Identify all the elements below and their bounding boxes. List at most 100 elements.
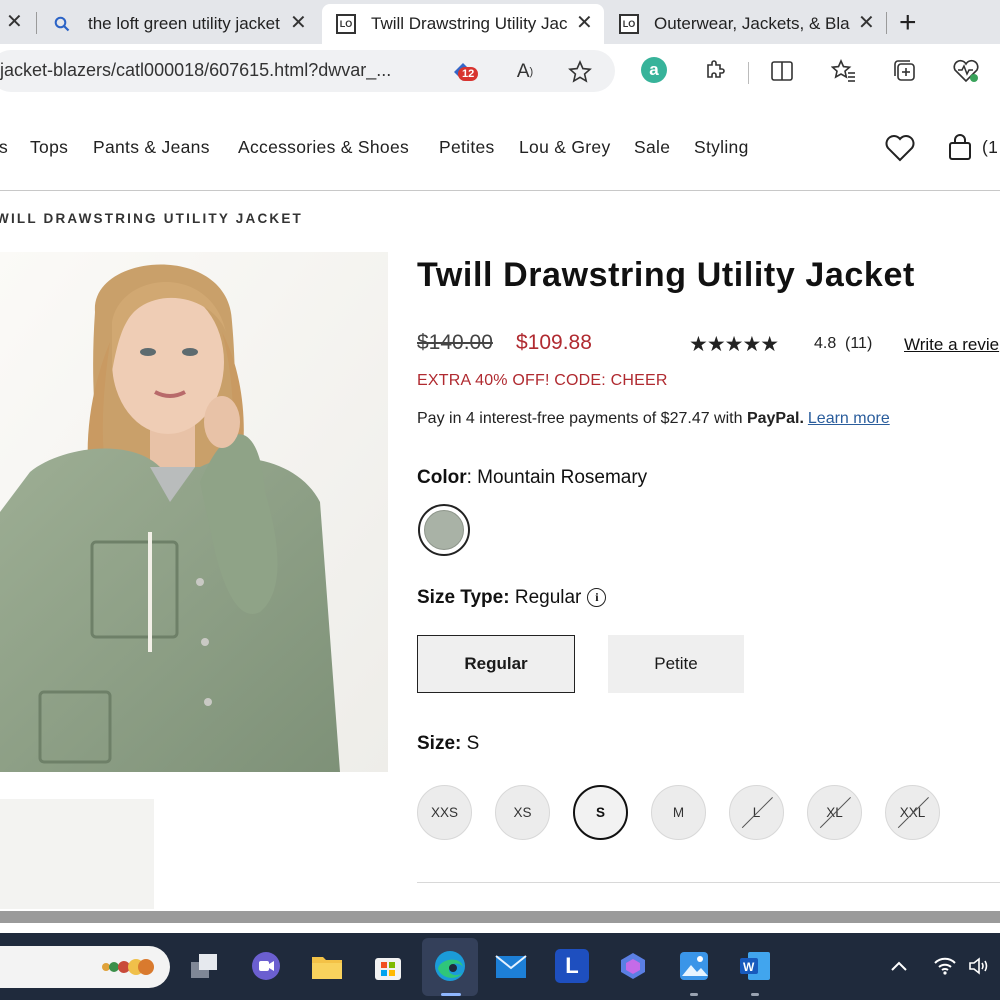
wifi-icon[interactable] [930, 949, 960, 983]
horizontal-scrollbar[interactable] [0, 911, 1000, 923]
page-bottom-gap [0, 923, 1000, 933]
site-navigation: s Tops Pants & Jeans Accessories & Shoes… [0, 100, 1000, 191]
size-xxs-button[interactable]: XXS [417, 785, 472, 840]
wishlist-heart-icon[interactable] [884, 134, 916, 167]
nav-item-pants-jeans[interactable]: Pants & Jeans [93, 137, 210, 158]
volume-icon[interactable] [964, 949, 994, 983]
search-icon [54, 16, 76, 32]
size-label: Size: [417, 733, 462, 754]
rating-stars-icon[interactable]: ★★★★★ [689, 332, 779, 357]
write-review-link[interactable]: Write a revie [904, 335, 999, 355]
nav-item-tops[interactable]: Tops [30, 137, 68, 158]
file-explorer-icon[interactable] [310, 949, 344, 983]
size-xxl-button[interactable]: XXL [885, 785, 940, 840]
review-count[interactable]: (11) [845, 335, 872, 353]
size-type-regular-button[interactable]: Regular [417, 635, 575, 693]
extension-badge: 12 [458, 67, 479, 81]
nav-item-petites[interactable]: Petites [439, 137, 495, 158]
split-screen-icon[interactable] [767, 56, 797, 86]
color-label-row: Color: Mountain Rosemary [417, 467, 647, 489]
size-type-label: Size Type: [417, 587, 510, 608]
size-type-petite-button[interactable]: Petite [608, 635, 744, 693]
sale-price: $109.88 [516, 331, 592, 354]
shopping-bag-icon[interactable] [947, 134, 973, 167]
microsoft-store-icon[interactable] [371, 949, 405, 983]
browser-tab-bar: ✕ the loft green utility jacket ✕ LO Twi… [0, 0, 1000, 44]
nav-item-sale[interactable]: Sale [634, 137, 670, 158]
tracking-extension-icon[interactable]: 12 [446, 58, 480, 86]
chevron-up-icon[interactable] [884, 949, 914, 983]
new-tab-button[interactable]: + [899, 6, 917, 40]
svg-text:W: W [743, 960, 755, 974]
mail-icon[interactable] [494, 949, 528, 983]
size-type-value: Regular [509, 587, 582, 608]
color-swatch [424, 510, 464, 550]
size-type-row: Size Type: Regular i [417, 587, 607, 609]
size-l-button[interactable]: L [729, 785, 784, 840]
paypal-brand: PayPal. [746, 410, 804, 427]
toolbar-divider [748, 62, 749, 84]
paypal-text: Pay in 4 interest-free payments of $27.4… [417, 410, 747, 427]
product-main-image[interactable] [0, 252, 388, 772]
taskbar-search-box[interactable] [0, 946, 170, 988]
tab-separator [886, 12, 887, 34]
tab-separator [36, 12, 37, 34]
close-icon[interactable]: ✕ [858, 13, 875, 33]
edge-browser-icon[interactable] [433, 949, 467, 983]
nav-item-lou-grey[interactable]: Lou & Grey [519, 137, 611, 158]
tab-label: Outerwear, Jackets, & Blazers [654, 14, 850, 33]
paypal-message: Pay in 4 interest-free payments of $27.4… [417, 410, 890, 428]
size-m-button[interactable]: M [651, 785, 706, 840]
size-xs-button[interactable]: XS [495, 785, 550, 840]
windows-taskbar: L W [0, 933, 1000, 1000]
size-xl-button[interactable]: XL [807, 785, 862, 840]
task-view-icon[interactable] [188, 949, 222, 983]
tab-product[interactable]: LO Twill Drawstring Utility Jacket ✕ [322, 4, 604, 44]
loft-favicon-icon: LO [336, 14, 356, 34]
product-thumbnail[interactable] [0, 799, 154, 909]
photos-icon[interactable] [677, 949, 711, 983]
nav-item-partial[interactable]: s [0, 137, 8, 158]
open-app-indicator [751, 993, 759, 996]
close-icon[interactable]: ✕ [576, 13, 593, 33]
tab-close-icon[interactable]: ✕ [6, 12, 23, 32]
color-label: Color [417, 467, 467, 488]
copilot-icon[interactable] [616, 949, 650, 983]
favorites-icon[interactable] [829, 56, 859, 86]
tab-search[interactable]: the loft green utility jacket ✕ [44, 4, 316, 44]
original-price: $140.00 [417, 331, 493, 354]
collections-icon[interactable] [890, 56, 920, 86]
read-aloud-icon[interactable]: A) [510, 58, 540, 86]
breadcrumb[interactable]: WILL DRAWSTRING UTILITY JACKET [0, 211, 303, 226]
open-app-indicator [690, 993, 698, 996]
teams-chat-icon[interactable] [249, 949, 283, 983]
learn-more-link[interactable]: Learn more [808, 410, 890, 427]
tab-label: Twill Drawstring Utility Jacket [371, 14, 567, 33]
info-icon[interactable]: i [587, 588, 607, 608]
browser-essentials-icon[interactable] [950, 56, 982, 86]
nav-item-styling[interactable]: Styling [694, 137, 749, 158]
address-bar-row: jacket-blazers/catl000018/607615.html?dw… [0, 44, 1000, 100]
tab-label: the loft green utility jacket [88, 14, 280, 33]
loft-favicon-icon: LO [619, 14, 639, 34]
tab-outerwear[interactable]: LO Outerwear, Jackets, & Blazers ✕ [608, 4, 890, 44]
size-s-button[interactable]: S [573, 785, 628, 840]
url-text[interactable]: jacket-blazers/catl000018/607615.html?dw… [0, 60, 391, 81]
active-app-indicator [441, 993, 461, 996]
close-icon[interactable]: ✕ [290, 13, 307, 33]
color-swatch-selected[interactable] [418, 504, 470, 556]
promo-message: EXTRA 40% OFF! CODE: CHEER [417, 372, 668, 389]
size-value: S [461, 733, 480, 754]
favorite-star-icon[interactable] [565, 57, 595, 87]
launcher-l-icon[interactable]: L [555, 949, 589, 983]
nav-item-accessories-shoes[interactable]: Accessories & Shoes [238, 137, 409, 158]
extension-a-icon[interactable]: a [641, 57, 667, 83]
cart-count[interactable]: (1 [982, 137, 998, 158]
color-value: : Mountain Rosemary [466, 467, 648, 488]
word-icon[interactable]: W [738, 949, 772, 983]
rating-value: 4.8 [814, 335, 837, 352]
section-divider [417, 882, 1000, 883]
extensions-icon[interactable] [701, 56, 729, 84]
size-row: Size: S [417, 733, 479, 755]
product-title: Twill Drawstring Utility Jacket [417, 256, 915, 294]
